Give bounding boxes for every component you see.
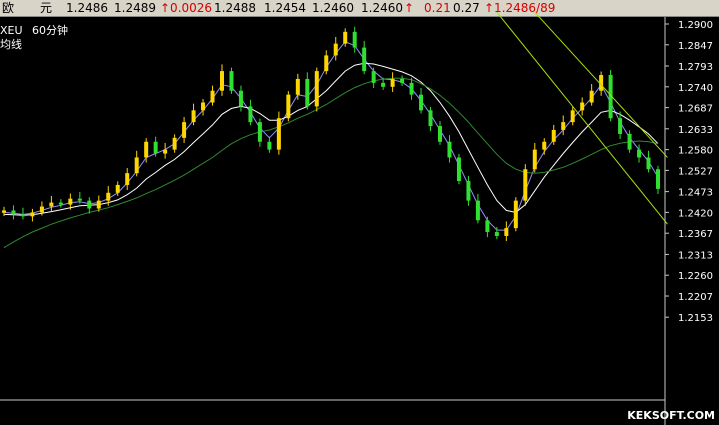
- candle-body: [20, 214, 25, 217]
- candle-body: [286, 94, 291, 119]
- candle-body: [144, 141, 149, 158]
- candle-body: [172, 137, 177, 150]
- watermark: KEKSOFT.COM: [627, 409, 715, 422]
- y-tick-label: 1.2420: [678, 208, 713, 219]
- candle-body: [106, 192, 111, 201]
- candle-body: [352, 31, 357, 48]
- candle-body: [30, 212, 35, 217]
- candle-body: [494, 232, 499, 236]
- candle-body: [646, 157, 651, 170]
- candle-body: [305, 78, 310, 107]
- candle-body: [523, 169, 528, 201]
- candle-body: [229, 71, 234, 91]
- candle-body: [466, 181, 471, 201]
- candle-body: [504, 228, 509, 236]
- candle-body: [627, 133, 632, 150]
- candle-body: [400, 78, 405, 83]
- y-tick-label: 1.2687: [678, 104, 713, 115]
- candle-body: [201, 102, 206, 111]
- candle-body: [276, 118, 281, 150]
- candle-body: [362, 47, 367, 72]
- candle-body: [409, 82, 414, 95]
- y-tick-label: 1.2153: [678, 313, 713, 324]
- candle-body: [456, 157, 461, 182]
- candle-body: [238, 90, 243, 107]
- candle-body: [210, 90, 215, 103]
- y-tick-label: 1.2313: [678, 250, 713, 261]
- candle-body: [447, 141, 452, 158]
- candle-body: [49, 202, 54, 207]
- candle-body: [267, 141, 272, 150]
- ma-label: 均线: [0, 38, 22, 51]
- candle-body: [580, 102, 585, 111]
- candle-body: [570, 110, 575, 123]
- candle-body: [324, 55, 329, 72]
- candle-body: [551, 129, 556, 142]
- y-axis: 1.2900 1.2847 1.2793 1.2740 1.2687 1.2633 1.25…: [0, 17, 713, 425]
- y-tick-label: 1.2473: [678, 188, 713, 199]
- candle-body: [96, 200, 101, 209]
- candle-body: [371, 71, 376, 83]
- y-tick-label: 1.2900: [678, 20, 713, 31]
- candle-body: [295, 78, 300, 95]
- period-label: 60分钟: [32, 24, 69, 37]
- candle-body: [39, 206, 44, 213]
- candle-body: [125, 173, 130, 185]
- candle-body: [163, 149, 168, 154]
- candle-body: [2, 210, 6, 213]
- candle-body: [381, 82, 386, 87]
- ma-line-short: [3, 41, 659, 231]
- candle-body: [589, 90, 594, 103]
- candle-body: [438, 126, 442, 142]
- candle-body: [134, 157, 139, 174]
- trend-line-1: [496, 11, 668, 225]
- y-tick-label: 1.2847: [678, 41, 713, 52]
- candle-body: [87, 200, 92, 209]
- candle-body: [333, 43, 338, 56]
- candle-body: [637, 149, 642, 158]
- moving-average-layer: [3, 41, 659, 249]
- trend-line-layer: [496, 11, 668, 225]
- y-tick-label: 1.2367: [678, 229, 713, 240]
- candle-layer: [2, 26, 660, 242]
- candle-body: [513, 200, 518, 229]
- y-tick-label: 1.2580: [678, 146, 713, 157]
- candle-body: [656, 169, 660, 189]
- candle-body: [428, 110, 433, 127]
- symbol-label: XEU: [0, 24, 23, 37]
- y-tick-label: 1.2633: [678, 125, 713, 136]
- candle-body: [475, 200, 480, 221]
- y-tick-label: 1.2740: [678, 83, 713, 94]
- candle-body: [115, 184, 120, 193]
- candle-body: [532, 149, 537, 170]
- y-tick-label: 1.2793: [678, 62, 713, 73]
- candle-body: [58, 202, 63, 205]
- candle-body: [419, 94, 424, 111]
- candle-body: [485, 220, 490, 233]
- ma-line-long: [3, 77, 659, 249]
- candle-body: [390, 78, 395, 87]
- y-tick-label: 1.2527: [678, 166, 713, 177]
- candle-body: [191, 110, 196, 123]
- symbol-line: XEU 60分钟: [0, 24, 68, 37]
- candle-body: [68, 198, 73, 205]
- y-tick-label: 1.2260: [678, 271, 713, 282]
- candle-body: [153, 141, 158, 154]
- candle-body: [248, 106, 253, 123]
- candle-body: [220, 71, 224, 91]
- candle-body: [561, 122, 566, 130]
- candle-body: [182, 122, 187, 138]
- candle-body: [77, 198, 82, 201]
- candle-body: [257, 122, 262, 142]
- candle-body: [343, 31, 348, 44]
- ma-line-mid: [3, 62, 659, 216]
- price-chart: 1.2900 1.2847 1.2793 1.2740 1.2687 1.2633 1.25…: [0, 11, 713, 425]
- candle-body: [542, 141, 547, 150]
- candle-body: [11, 210, 16, 215]
- candle-body: [618, 118, 623, 134]
- y-tick-label: 1.2207: [678, 292, 713, 303]
- candle-body: [314, 71, 319, 107]
